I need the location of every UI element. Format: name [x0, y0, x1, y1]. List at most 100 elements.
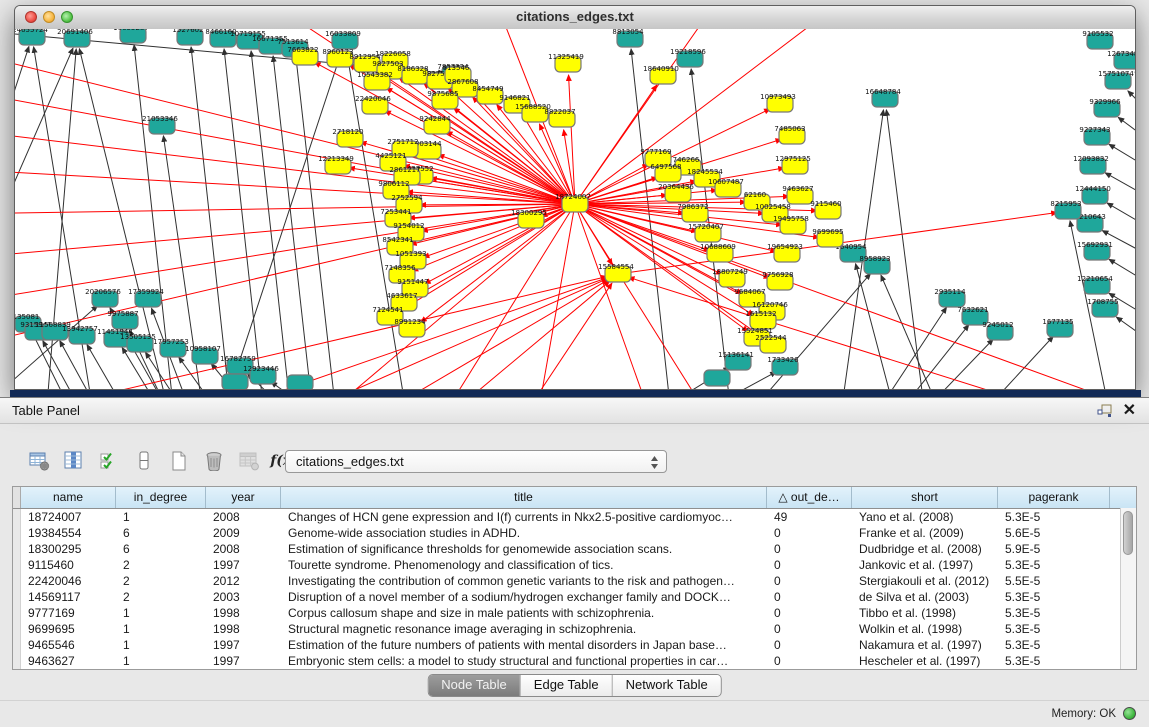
column-header-title[interactable]: title [281, 487, 767, 508]
svg-text:18724007: 18724007 [555, 193, 591, 201]
graph-node[interactable]: 7986372 [677, 203, 708, 222]
graph-node[interactable]: 17957253 [153, 338, 189, 357]
column-header-short[interactable]: short [852, 487, 998, 508]
graph-node[interactable]: 10688609 [700, 243, 736, 262]
graph-node[interactable] [704, 370, 730, 386]
close-icon[interactable]: ✕ [1123, 402, 1136, 420]
tab-network-table[interactable]: Network Table [613, 675, 721, 696]
table-row[interactable]: 969969511998Structural magnetic resonanc… [13, 621, 1136, 637]
graph-node[interactable]: 15720407 [688, 223, 724, 242]
graph-node[interactable]: 9975887 [107, 310, 138, 329]
graph-node[interactable]: 11325419 [548, 53, 584, 72]
graph-node[interactable]: 9105532 [1082, 30, 1113, 49]
graph-node[interactable]: 9242844 [419, 115, 451, 134]
graph-node[interactable]: 20206576 [85, 288, 121, 307]
cell-title: Embryonic stem cells: a model to study s… [281, 653, 767, 669]
scrollbar-thumb[interactable] [1123, 511, 1133, 555]
column-header-in_degree[interactable]: in_degree [116, 487, 206, 508]
graph-node[interactable]: 12210654 [1077, 275, 1113, 294]
graph-node[interactable]: 20364436 [658, 183, 694, 202]
graph-node[interactable] [222, 374, 248, 389]
svg-text:7124541: 7124541 [372, 306, 403, 314]
tab-node-table[interactable]: Node Table [428, 675, 521, 696]
graph-node[interactable]: 9329966 [1089, 98, 1121, 117]
table-settings-icon[interactable] [26, 448, 52, 474]
svg-text:9975887: 9975887 [107, 310, 138, 318]
table-row[interactable]: 946554611997Estimation of the future num… [13, 637, 1136, 653]
network-canvas[interactable]: 2405572420691406106552871527602846616010… [15, 29, 1135, 389]
graph-node[interactable]: 15136141 [718, 351, 754, 370]
graph-node[interactable]: 10543382 [357, 71, 393, 90]
svg-text:18640910: 18640910 [643, 65, 679, 73]
column-header-year[interactable]: year [206, 487, 281, 508]
graph-node[interactable]: 7663822 [287, 46, 318, 65]
graph-node[interactable]: 15751074 [1098, 70, 1134, 89]
table-row[interactable]: 977716911998Corpus callosum shape and si… [13, 605, 1136, 621]
network-window[interactable]: citations_edges.txt 24055724206914061065… [14, 5, 1136, 390]
graph-node[interactable]: 12093832 [1073, 155, 1109, 174]
graph-node[interactable]: 8822037 [544, 108, 575, 127]
graph-node[interactable]: 9245012 [982, 321, 1013, 340]
graph-node[interactable] [287, 375, 313, 389]
table-selector-dropdown[interactable]: citations_edges.txt [285, 450, 667, 473]
graph-node[interactable]: 8813054 [612, 29, 644, 47]
graph-node[interactable]: 12213349 [318, 155, 354, 174]
column-header-pagerank[interactable]: pagerank [998, 487, 1110, 508]
svg-text:62160: 62160 [744, 191, 766, 199]
graph-node[interactable]: 17359924 [128, 288, 164, 307]
graph-node[interactable]: 16033809 [325, 30, 361, 49]
graph-node[interactable]: 1677135 [1042, 318, 1073, 337]
table-row[interactable]: 2242004622012Investigating the contribut… [13, 573, 1136, 589]
table-row[interactable]: 1938455462009Genome-wide association stu… [13, 525, 1136, 541]
stacked-cells-icon[interactable] [131, 448, 157, 474]
svg-text:16033809: 16033809 [325, 30, 361, 38]
table-vertical-scrollbar[interactable] [1120, 508, 1136, 669]
graph-node[interactable]: 2935114 [934, 288, 966, 307]
table-row[interactable]: 911546021997Tourette syndrome. Phenomeno… [13, 557, 1136, 573]
graph-node[interactable]: 24055724 [15, 29, 48, 45]
graph-node[interactable]: 12975125 [775, 155, 811, 174]
graph-node[interactable]: 10655287 [113, 29, 149, 43]
graph-node[interactable]: 2522544 [755, 334, 787, 353]
graph-node[interactable]: 22420046 [355, 95, 391, 114]
table-row[interactable]: 1456911722003Disruption of a novel membe… [13, 589, 1136, 605]
tab-edge-table[interactable]: Edge Table [521, 675, 613, 696]
new-file-icon[interactable] [166, 448, 192, 474]
graph-node[interactable]: 18640910 [643, 65, 679, 84]
table-row[interactable]: 946362711997Embryonic stem cells: a mode… [13, 653, 1136, 669]
graph-node[interactable]: 1733426 [767, 356, 799, 375]
minimize-button[interactable] [43, 11, 55, 23]
network-window-titlebar[interactable]: citations_edges.txt [15, 6, 1135, 30]
column-select-icon[interactable] [61, 448, 87, 474]
graph-node[interactable]: 10973493 [760, 93, 796, 112]
column-header-out_de[interactable]: △ out_de… [767, 487, 852, 508]
graph-node[interactable]: 12673481 [1107, 50, 1135, 69]
graph-node[interactable]: 9875685 [427, 90, 458, 109]
row-check-icon[interactable] [96, 448, 122, 474]
graph-node[interactable]: 8215953 [1050, 200, 1081, 219]
graph-node[interactable]: 9463627 [782, 185, 813, 204]
zoom-button[interactable] [61, 11, 73, 23]
table-row[interactable]: 1830029562008Estimation of significance … [13, 541, 1136, 557]
graph-node[interactable]: 8991234 [394, 318, 426, 337]
graph-node[interactable]: 9115460 [810, 200, 841, 219]
graph-node[interactable]: 9756928 [762, 271, 793, 290]
graph-node[interactable]: 9227343 [1079, 126, 1110, 145]
graph-node[interactable]: 16648784 [865, 88, 901, 107]
table-row[interactable]: 1872400712008Changes of HCN gene express… [13, 509, 1136, 525]
graph-node[interactable]: 6497568 [650, 163, 681, 182]
delete-icon[interactable] [201, 448, 227, 474]
close-button[interactable] [25, 11, 37, 23]
graph-node[interactable]: 15692931 [1077, 241, 1113, 260]
graph-node[interactable]: 9699695 [812, 228, 843, 247]
graph-node[interactable]: 2718120 [332, 128, 363, 147]
graph-node[interactable]: 1708755 [1087, 298, 1118, 317]
graph-node[interactable]: 18807249 [712, 268, 748, 287]
graph-node[interactable]: 1527602 [172, 29, 203, 45]
graph-node[interactable]: 10958107 [185, 345, 221, 364]
column-header-name[interactable]: name [21, 487, 116, 508]
float-window-icon[interactable] [1097, 404, 1113, 419]
graph-node[interactable]: 8958923 [859, 255, 890, 274]
cell-short: Yano et al. (2008) [852, 509, 998, 525]
graph-node[interactable]: 7485063 [774, 125, 805, 144]
